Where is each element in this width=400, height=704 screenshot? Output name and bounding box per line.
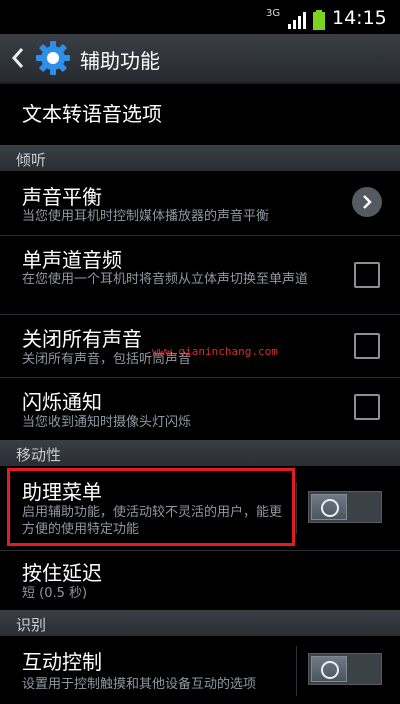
item-subtitle: 启用辅助功能，使活动较不灵活的用户，能更方便的使用特定功能 (22, 505, 283, 537)
divider-vertical (296, 482, 297, 534)
item-subtitle: 设置用于控制触摸和其他设备互动的选项 (22, 677, 257, 692)
section-label: 移动性 (16, 446, 62, 464)
chevron-right-button[interactable] (352, 187, 382, 217)
signal-icon (288, 12, 306, 29)
item-title: 助理菜单 (22, 480, 102, 504)
settings-gear-icon[interactable] (34, 39, 72, 77)
list-item-tts[interactable]: 文本转语音选项 (0, 84, 400, 140)
battery-icon (313, 10, 325, 30)
assistant-menu-toggle[interactable] (308, 491, 382, 523)
section-header-recognition: 识别 (0, 610, 400, 636)
section-header-mobility: 移动性 (0, 440, 400, 466)
item-subtitle: 当您收到通知时摄像头灯闪烁 (22, 415, 192, 430)
list-item-interaction-control[interactable]: 互动控制 设置用于控制触摸和其他设备互动的选项 (0, 636, 400, 704)
action-bar: 辅助功能 (0, 34, 400, 84)
clock: 14:15 (332, 7, 387, 29)
interaction-control-toggle[interactable] (308, 653, 382, 685)
toggle-knob (311, 494, 347, 520)
list-item-hold-delay[interactable]: 按住延迟 短 (0.5 秒) (0, 551, 400, 609)
list-item-mono-audio[interactable]: 单声道音频 在您使用一个耳机时将音频从立体声切换至单声道 (0, 236, 400, 314)
status-bar: 3G 14:15 (0, 0, 400, 34)
section-label: 识别 (16, 616, 47, 634)
back-icon[interactable] (10, 46, 26, 70)
watermark: www.qianinchang.com (152, 345, 278, 358)
mute-all-checkbox[interactable] (354, 333, 380, 359)
section-label: 倾听 (16, 151, 47, 169)
item-subtitle: 在您使用一个耳机时将音频从立体声切换至单声道 (22, 272, 309, 287)
item-title: 单声道音频 (22, 248, 122, 272)
item-title: 按住延迟 (22, 561, 102, 585)
section-header-hearing: 倾听 (0, 145, 400, 171)
flash-notification-checkbox[interactable] (354, 394, 380, 420)
divider-vertical (296, 646, 297, 696)
list-item-assistant-menu[interactable]: 助理菜单 启用辅助功能，使活动较不灵活的用户，能更方便的使用特定功能 (0, 466, 400, 550)
list-item-flash-notification[interactable]: 闪烁通知 当您收到通知时摄像头灯闪烁 (0, 378, 400, 438)
item-title: 声音平衡 (22, 185, 102, 209)
network-type: 3G (266, 8, 281, 19)
mono-audio-checkbox[interactable] (354, 262, 380, 288)
item-title: 互动控制 (22, 650, 102, 674)
chevron-right-icon (363, 195, 372, 209)
item-title: 关闭所有声音 (22, 327, 142, 351)
item-subtitle: 短 (0.5 秒) (22, 586, 88, 601)
item-title: 闪烁通知 (22, 390, 102, 414)
item-subtitle: 当您使用耳机时控制媒体播放器的声音平衡 (22, 209, 270, 224)
list-item-sound-balance[interactable]: 声音平衡 当您使用耳机时控制媒体播放器的声音平衡 (0, 171, 400, 235)
toggle-knob (311, 656, 347, 682)
item-title: 文本转语音选项 (22, 102, 162, 126)
page-title: 辅助功能 (80, 49, 160, 73)
